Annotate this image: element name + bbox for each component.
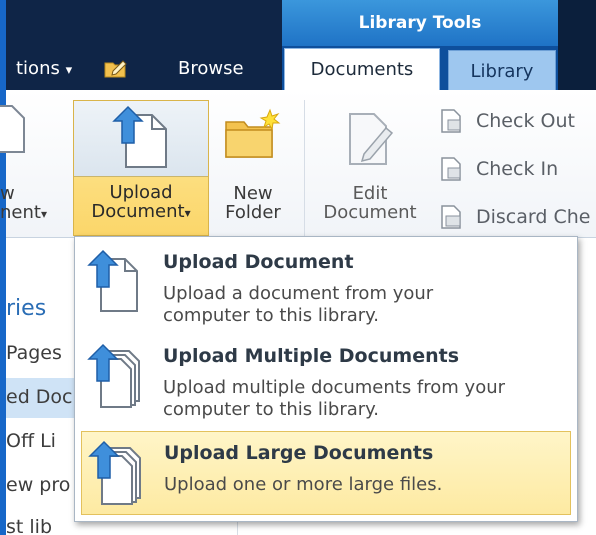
upload-document-icon [87, 249, 138, 312]
edit-document-icon [349, 113, 394, 165]
upload-document-icon [112, 105, 167, 168]
menu-item-upload-multiple-documents[interactable]: Upload Multiple Documents Upload multipl… [81, 335, 571, 423]
new-document-button[interactable]: w nent▾ [0, 104, 68, 232]
upload-document-button[interactable]: Upload Document▾ [73, 100, 209, 236]
edit-page-icon[interactable] [103, 55, 129, 79]
upload-dropdown-menu: Upload Document Upload a document from y… [74, 236, 578, 522]
tab-browse[interactable]: Browse [168, 48, 254, 90]
quick-launch-item[interactable]: st lib [6, 516, 52, 535]
menu-item-upload-document[interactable]: Upload Document Upload a document from y… [81, 241, 571, 329]
quick-launch-item[interactable]: ew pro [6, 474, 70, 496]
check-in-button[interactable]: Check In [434, 152, 596, 186]
tab-site-actions[interactable]: tions ▾ [6, 48, 127, 90]
new-folder-icon [225, 108, 281, 158]
discard-check-out-button[interactable]: Discard Che [434, 200, 596, 234]
edit-document-button[interactable]: Edit Document [312, 104, 428, 232]
document-icon [0, 105, 25, 153]
menu-item-upload-large-documents[interactable]: Upload Large Documents Upload one or mor… [81, 431, 571, 515]
discard-check-out-icon [441, 205, 461, 229]
quick-launch-heading[interactable]: ries [6, 296, 46, 321]
new-folder-button[interactable]: New Folder [212, 104, 294, 232]
upload-multiple-documents-icon [87, 343, 140, 408]
contextual-group-title: Library Tools [282, 0, 558, 46]
check-out-button[interactable]: Check Out [434, 104, 596, 138]
tab-library[interactable]: Library [448, 50, 556, 90]
quick-launch-item[interactable]: ed Doc [6, 386, 73, 408]
tab-documents[interactable]: Documents [284, 48, 440, 92]
quick-launch-item[interactable]: Pages [6, 342, 62, 364]
check-out-icon [441, 109, 461, 133]
upload-large-documents-icon [88, 440, 141, 505]
quick-launch-item[interactable]: Off Li [6, 430, 56, 452]
chevron-down-icon: ▾ [65, 63, 73, 78]
check-in-icon [441, 157, 461, 181]
